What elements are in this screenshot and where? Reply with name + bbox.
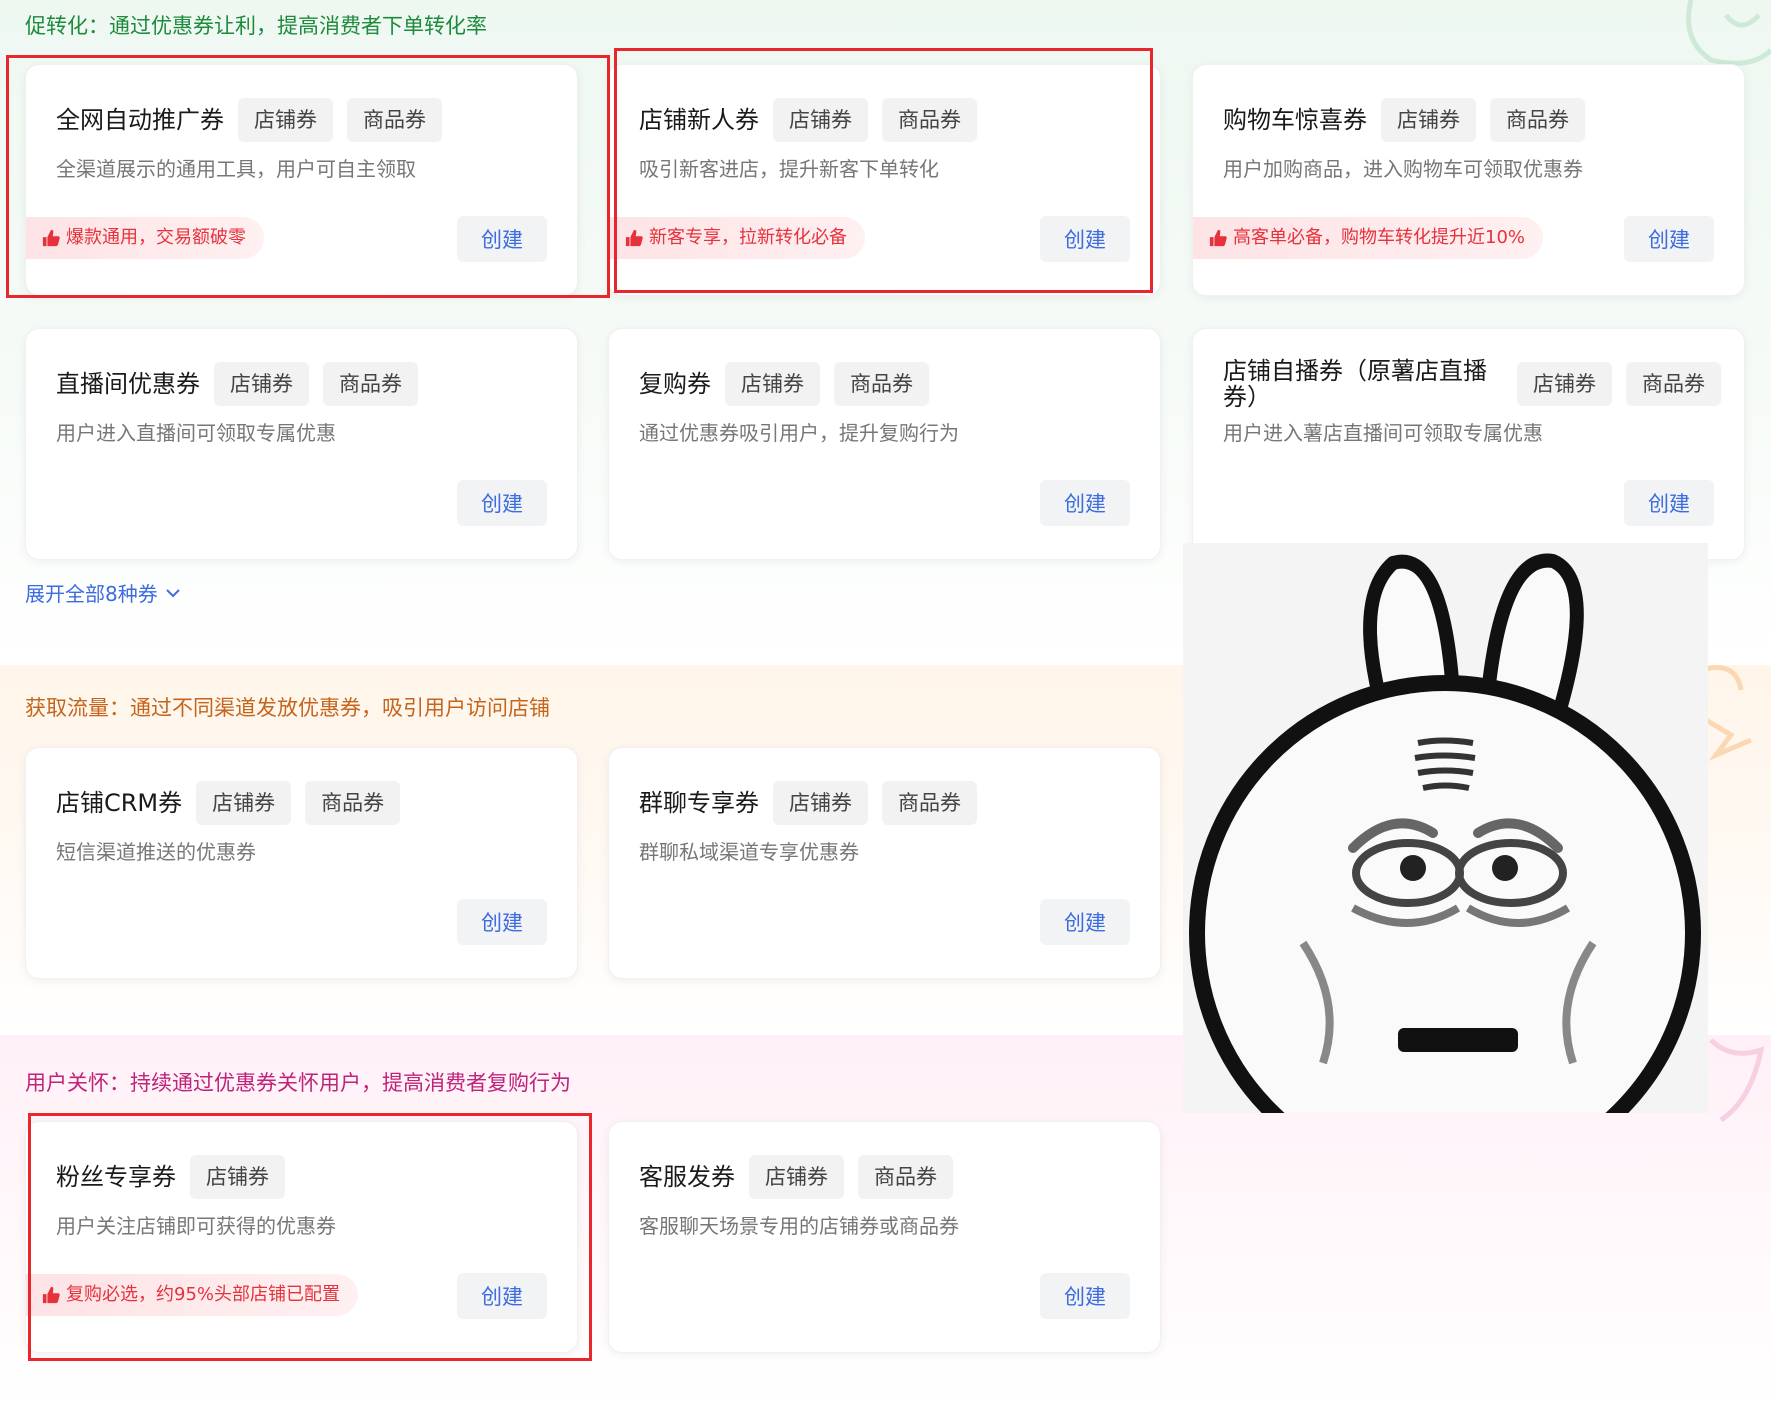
coupon-card: 店铺CRM券 店铺券 商品券 短信渠道推送的优惠券 创建 (25, 747, 578, 979)
tag-product-coupon: 商品券 (347, 98, 442, 142)
card-title: 直播间优惠券 (56, 370, 200, 398)
card-description: 通过优惠券吸引用户，提升复购行为 (639, 421, 959, 445)
tag-shop-coupon: 店铺券 (196, 781, 292, 825)
card-description: 客服聊天场景专用的店铺券或商品券 (639, 1214, 959, 1238)
rabbit-face-icon (1183, 543, 1708, 1113)
tag-product-coupon: 商品券 (882, 781, 977, 825)
create-button[interactable]: 创建 (1040, 899, 1130, 945)
card-description: 短信渠道推送的优惠券 (56, 840, 256, 864)
card-description: 用户进入薯店直播间可领取专属优惠 (1223, 421, 1543, 445)
tag-product-coupon: 商品券 (834, 362, 929, 406)
coupon-card: 客服发券 店铺券 商品券 客服聊天场景专用的店铺券或商品券 创建 (608, 1121, 1161, 1353)
recommend-badge: 高客单必备，购物车转化提升近10% (1193, 217, 1544, 259)
thumbs-up-icon (1209, 229, 1227, 247)
section-title-traffic: 获取流量：通过不同渠道发放优惠券，吸引用户访问店铺 (25, 696, 550, 720)
create-button[interactable]: 创建 (1624, 480, 1714, 526)
card-title: 群聊专享券 (639, 789, 759, 817)
tag-shop-coupon: 店铺券 (773, 781, 868, 825)
tag-shop-coupon: 店铺券 (1517, 362, 1612, 406)
tag-product-coupon: 商品券 (882, 98, 977, 142)
tag-shop-coupon: 店铺券 (749, 1155, 844, 1199)
recommend-badge: 新客专享，拉新转化必备 (609, 217, 865, 259)
card-title: 客服发券 (639, 1163, 735, 1191)
recommend-badge: 爆款通用，交易额破零 (26, 217, 264, 259)
coupon-card: 全网自动推广券 店铺券 商品券 全渠道展示的通用工具，用户可自主领取 爆款通用，… (25, 64, 578, 296)
coupon-card: 购物车惊喜券 店铺券 商品券 用户加购商品，进入购物车可领取优惠券 高客单必备，… (1192, 64, 1745, 296)
recommend-badge: 复购必选，约95%头部店铺已配置 (26, 1274, 359, 1316)
coupon-card: 直播间优惠券 店铺券 商品券 用户进入直播间可领取专属优惠 创建 (25, 328, 578, 560)
create-button[interactable]: 创建 (1040, 216, 1130, 262)
smile-decoration-icon (1686, 0, 1771, 66)
card-description: 吸引新客进店，提升新客下单转化 (639, 157, 939, 181)
card-description: 全渠道展示的通用工具，用户可自主领取 (56, 157, 416, 181)
tag-shop-coupon: 店铺券 (190, 1155, 285, 1199)
tag-shop-coupon: 店铺券 (1381, 98, 1476, 142)
create-button[interactable]: 创建 (1040, 480, 1130, 526)
coupon-card: 店铺新人券 店铺券 商品券 吸引新客进店，提升新客下单转化 新客专享，拉新转化必… (608, 64, 1161, 296)
chevron-down-icon (166, 588, 180, 597)
expand-all-label: 展开全部8种券 (25, 582, 158, 606)
rabbit-sticker (1183, 543, 1708, 1113)
coupon-card: 店铺自播券（原薯店直播券） 店铺券 商品券 用户进入薯店直播间可领取专属优惠 创… (1192, 328, 1745, 560)
tag-shop-coupon: 店铺券 (214, 362, 309, 406)
tag-shop-coupon: 店铺券 (238, 98, 333, 142)
coupon-card: 粉丝专享券 店铺券 用户关注店铺即可获得的优惠券 复购必选，约95%头部店铺已配… (25, 1121, 578, 1353)
create-button[interactable]: 创建 (457, 480, 547, 526)
tag-product-coupon: 商品券 (1626, 362, 1721, 406)
badge-text: 高客单必备，购物车转化提升近10% (1233, 227, 1526, 248)
expand-all-link[interactable]: 展开全部8种券 (25, 578, 180, 607)
badge-text: 新客专享，拉新转化必备 (649, 227, 847, 248)
card-title: 店铺CRM券 (56, 789, 183, 817)
tag-shop-coupon: 店铺券 (773, 98, 868, 142)
coupon-card: 群聊专享券 店铺券 商品券 群聊私域渠道专享优惠券 创建 (608, 747, 1161, 979)
tag-product-coupon: 商品券 (323, 362, 418, 406)
thumbs-up-icon (42, 229, 60, 247)
create-button[interactable]: 创建 (1040, 1273, 1130, 1319)
card-title: 粉丝专享券 (56, 1163, 176, 1191)
coupon-card: 复购券 店铺券 商品券 通过优惠券吸引用户，提升复购行为 创建 (608, 328, 1161, 560)
card-title: 购物车惊喜券 (1223, 106, 1367, 134)
create-button[interactable]: 创建 (1624, 216, 1714, 262)
card-title: 全网自动推广券 (56, 106, 224, 134)
tag-product-coupon: 商品券 (305, 781, 401, 825)
create-button[interactable]: 创建 (457, 899, 547, 945)
badge-text: 复购必选，约95%头部店铺已配置 (66, 1284, 341, 1305)
tag-shop-coupon: 店铺券 (725, 362, 820, 406)
card-description: 用户关注店铺即可获得的优惠券 (56, 1214, 336, 1238)
thumbs-up-icon (42, 1286, 60, 1304)
section-title-conversion: 促转化：通过优惠券让利，提高消费者下单转化率 (25, 14, 487, 38)
card-description: 用户进入直播间可领取专属优惠 (56, 421, 336, 445)
section-title-care: 用户关怀：持续通过优惠券关怀用户，提高消费者复购行为 (25, 1071, 571, 1095)
card-title: 复购券 (639, 370, 711, 398)
card-title: 店铺自播券（原薯店直播券） (1223, 357, 1487, 411)
create-button[interactable]: 创建 (457, 216, 547, 262)
thumbs-up-icon (625, 229, 643, 247)
card-description: 群聊私域渠道专享优惠券 (639, 840, 859, 864)
tag-product-coupon: 商品券 (858, 1155, 953, 1199)
badge-text: 爆款通用，交易额破零 (66, 227, 246, 248)
card-title: 店铺新人券 (639, 106, 759, 134)
tag-product-coupon: 商品券 (1490, 98, 1585, 142)
create-button[interactable]: 创建 (457, 1273, 547, 1319)
card-description: 用户加购商品，进入购物车可领取优惠券 (1223, 157, 1583, 181)
